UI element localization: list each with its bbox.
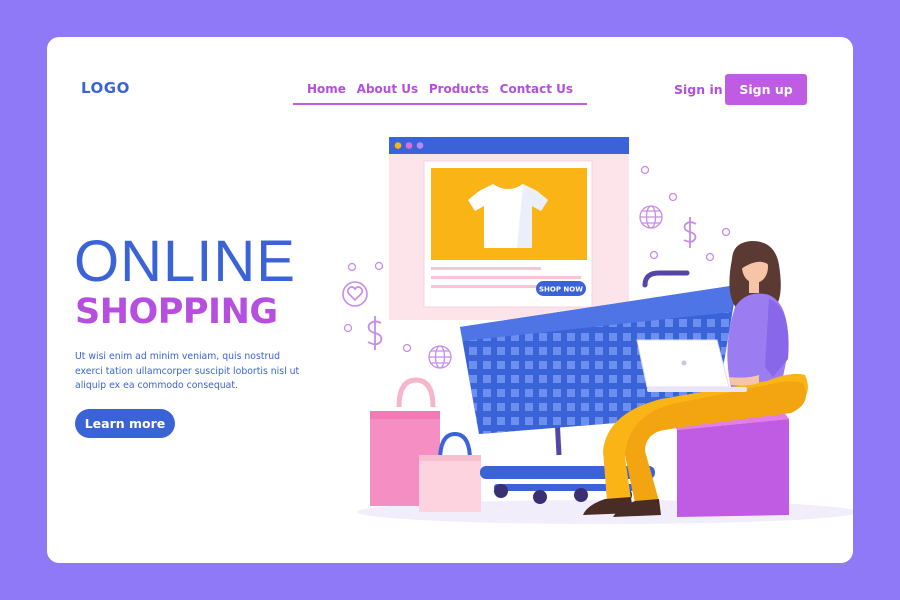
- dollar-icon: [367, 316, 383, 350]
- globe-icon: [428, 345, 452, 369]
- cart-wheel: [574, 488, 588, 502]
- cart-wheel: [494, 484, 508, 498]
- window-dot-pink: [405, 142, 413, 149]
- product-text-line: [431, 267, 541, 270]
- product-text-line: [431, 276, 581, 279]
- product-card: SHOP NOW: [423, 160, 593, 308]
- shopping-illustration: SHOP NOW: [342, 137, 853, 524]
- heart-icon: [342, 281, 368, 307]
- globe-icon: [639, 205, 663, 229]
- shop-now-label: SHOP NOW: [539, 286, 583, 294]
- window-dot-purple: [416, 142, 424, 149]
- seat-box: [671, 411, 789, 517]
- cart-wheel: [533, 490, 547, 504]
- landing-card: LOGO Home About Us Products Contact Us S…: [47, 37, 853, 563]
- dollar-icon: [683, 217, 697, 248]
- window-dot-yellow: [394, 142, 402, 149]
